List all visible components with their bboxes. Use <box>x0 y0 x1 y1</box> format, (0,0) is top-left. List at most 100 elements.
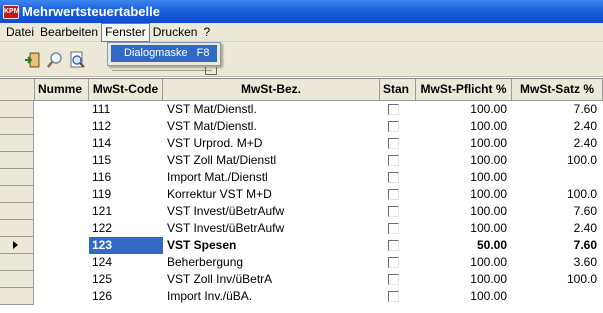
cell-mwst-bez[interactable]: VST Mat/Dienstl. <box>163 118 380 135</box>
table-row[interactable]: 126 Import Inv./üBA. 100.00 <box>0 288 603 305</box>
cell-mwst-satz[interactable]: 7.60 <box>512 101 603 118</box>
cell-mwst-pflicht[interactable]: 100.00 <box>416 288 512 305</box>
cell-mwst-bez[interactable]: Import Inv./üBA. <box>163 288 380 305</box>
cell-mwst-bez[interactable]: Beherbergung <box>163 254 380 271</box>
checkbox-standard[interactable] <box>388 189 399 200</box>
cell-mwst-satz[interactable]: 3.60 <box>512 254 603 271</box>
cell-mwst-satz[interactable]: 2.40 <box>512 118 603 135</box>
cell-mwst-code[interactable]: 121 <box>89 203 163 220</box>
cell-mwst-satz[interactable]: 2.40 <box>512 220 603 237</box>
cell-mwst-code[interactable]: 116 <box>89 169 163 186</box>
checkbox-standard[interactable] <box>388 223 399 234</box>
cell-mwst-bez[interactable]: VST Zoll Inv/üBetrA <box>163 271 380 288</box>
column-header-satz[interactable]: MwSt-Satz % <box>512 79 603 101</box>
row-selector[interactable] <box>0 288 34 305</box>
cell-mwst-pflicht[interactable]: 100.00 <box>416 135 512 152</box>
cell-mwst-pflicht[interactable]: 100.00 <box>416 254 512 271</box>
column-header-pflicht[interactable]: MwSt-Pflicht % <box>416 79 512 101</box>
cell-mwst-pflicht[interactable]: 100.00 <box>416 152 512 169</box>
cell-mwst-satz[interactable] <box>512 169 603 186</box>
menuitem-dialogmaske[interactable]: Dialogmaske F8 <box>111 45 217 62</box>
cell-mwst-pflicht[interactable]: 100.00 <box>416 169 512 186</box>
cell-mwst-pflicht[interactable]: 100.00 <box>416 203 512 220</box>
menu-bearbeiten[interactable]: Bearbeiten <box>37 24 101 41</box>
menu-help[interactable]: ? <box>200 24 213 41</box>
cell-mwst-pflicht[interactable]: 100.00 <box>416 118 512 135</box>
cell-mwst-bez[interactable]: Import Mat./Dienstl <box>163 169 380 186</box>
column-header-stan[interactable]: Stan <box>380 79 416 101</box>
cell-mwst-pflicht[interactable]: 100.00 <box>416 186 512 203</box>
cell-mwst-pflicht[interactable]: 100.00 <box>416 220 512 237</box>
cell-mwst-pflicht[interactable]: 100.00 <box>416 101 512 118</box>
row-selector[interactable] <box>0 169 34 186</box>
table-row[interactable]: 122 VST Invest/üBetrAufw 100.00 2.40 <box>0 220 603 237</box>
row-selector[interactable] <box>0 220 34 237</box>
row-selector[interactable] <box>0 254 34 271</box>
row-selector[interactable] <box>0 101 34 118</box>
table-row[interactable]: 119 Korrektur VST M+D 100.00 100.0 <box>0 186 603 203</box>
checkbox-standard[interactable] <box>388 274 399 285</box>
table-row[interactable]: 111 VST Mat/Dienstl. 100.00 7.60 <box>0 101 603 118</box>
cell-mwst-code[interactable]: 124 <box>89 254 163 271</box>
checkbox-standard[interactable] <box>388 104 399 115</box>
exit-button[interactable] <box>24 51 42 69</box>
row-selector[interactable] <box>0 271 34 288</box>
table-row[interactable]: 121 VST Invest/üBetrAufw 100.00 7.60 <box>0 203 603 220</box>
cell-mwst-code[interactable]: 122 <box>89 220 163 237</box>
cell-mwst-code[interactable]: 126 <box>89 288 163 305</box>
checkbox-standard[interactable] <box>388 138 399 149</box>
cell-mwst-bez[interactable]: VST Invest/üBetrAufw <box>163 203 380 220</box>
menu-fenster[interactable]: Fenster <box>101 22 150 42</box>
cell-mwst-satz[interactable]: 7.60 <box>512 203 603 220</box>
column-header-nummer[interactable]: Numme <box>35 79 89 101</box>
cell-mwst-bez[interactable]: Korrektur VST M+D <box>163 186 380 203</box>
cell-mwst-bez[interactable]: VST Spesen <box>163 237 380 254</box>
cell-mwst-pflicht[interactable]: 100.00 <box>416 271 512 288</box>
cell-mwst-satz[interactable]: 2.40 <box>512 135 603 152</box>
table-row[interactable]: 125 VST Zoll Inv/üBetrA 100.00 100.0 <box>0 271 603 288</box>
search-button[interactable] <box>46 51 64 69</box>
checkbox-standard[interactable] <box>388 121 399 132</box>
cell-mwst-satz[interactable]: 100.0 <box>512 152 603 169</box>
cell-mwst-satz[interactable]: 7.60 <box>512 237 603 254</box>
cell-mwst-bez[interactable]: VST Urprod. M+D <box>163 135 380 152</box>
cell-mwst-code[interactable]: 112 <box>89 118 163 135</box>
checkbox-standard[interactable] <box>388 291 399 302</box>
checkbox-standard[interactable] <box>388 172 399 183</box>
table-row[interactable]: 116 Import Mat./Dienstl 100.00 <box>0 169 603 186</box>
column-header-code[interactable]: MwSt-Code <box>89 79 163 101</box>
cell-mwst-code[interactable]: 111 <box>89 101 163 118</box>
checkbox-standard[interactable] <box>388 155 399 166</box>
cell-mwst-bez[interactable]: VST Mat/Dienstl. <box>163 101 380 118</box>
row-selector[interactable] <box>0 135 34 152</box>
toolbar-separator <box>112 70 212 73</box>
row-selector[interactable] <box>0 237 34 254</box>
menu-drucken[interactable]: Drucken <box>150 24 201 41</box>
cell-mwst-code[interactable]: 123 <box>89 237 163 254</box>
menu-datei[interactable]: Datei <box>3 24 37 41</box>
cell-mwst-pflicht[interactable]: 50.00 <box>416 237 512 254</box>
row-selector[interactable] <box>0 203 34 220</box>
table-row[interactable]: 112 VST Mat/Dienstl. 100.00 2.40 <box>0 118 603 135</box>
cell-mwst-bez[interactable]: VST Zoll Mat/Dienstl <box>163 152 380 169</box>
cell-mwst-code[interactable]: 114 <box>89 135 163 152</box>
cell-mwst-satz[interactable] <box>512 288 603 305</box>
cell-mwst-code[interactable]: 119 <box>89 186 163 203</box>
table-row[interactable]: 123 VST Spesen 50.00 7.60 <box>0 237 603 254</box>
checkbox-standard[interactable] <box>388 206 399 217</box>
table-row[interactable]: 115 VST Zoll Mat/Dienstl 100.00 100.0 <box>0 152 603 169</box>
cell-mwst-satz[interactable]: 100.0 <box>512 271 603 288</box>
cell-mwst-code[interactable]: 125 <box>89 271 163 288</box>
column-header-bez[interactable]: MwSt-Bez. <box>163 79 380 101</box>
row-selector[interactable] <box>0 186 34 203</box>
cell-mwst-code[interactable]: 115 <box>89 152 163 169</box>
row-selector[interactable] <box>0 118 34 135</box>
cell-mwst-satz[interactable]: 100.0 <box>512 186 603 203</box>
checkbox-standard[interactable] <box>388 240 399 251</box>
print-preview-button[interactable] <box>68 51 86 69</box>
row-selector[interactable] <box>0 152 34 169</box>
checkbox-standard[interactable] <box>388 257 399 268</box>
cell-mwst-bez[interactable]: VST Invest/üBetrAufw <box>163 220 380 237</box>
table-row[interactable]: 114 VST Urprod. M+D 100.00 2.40 <box>0 135 603 152</box>
table-row[interactable]: 124 Beherbergung 100.00 3.60 <box>0 254 603 271</box>
